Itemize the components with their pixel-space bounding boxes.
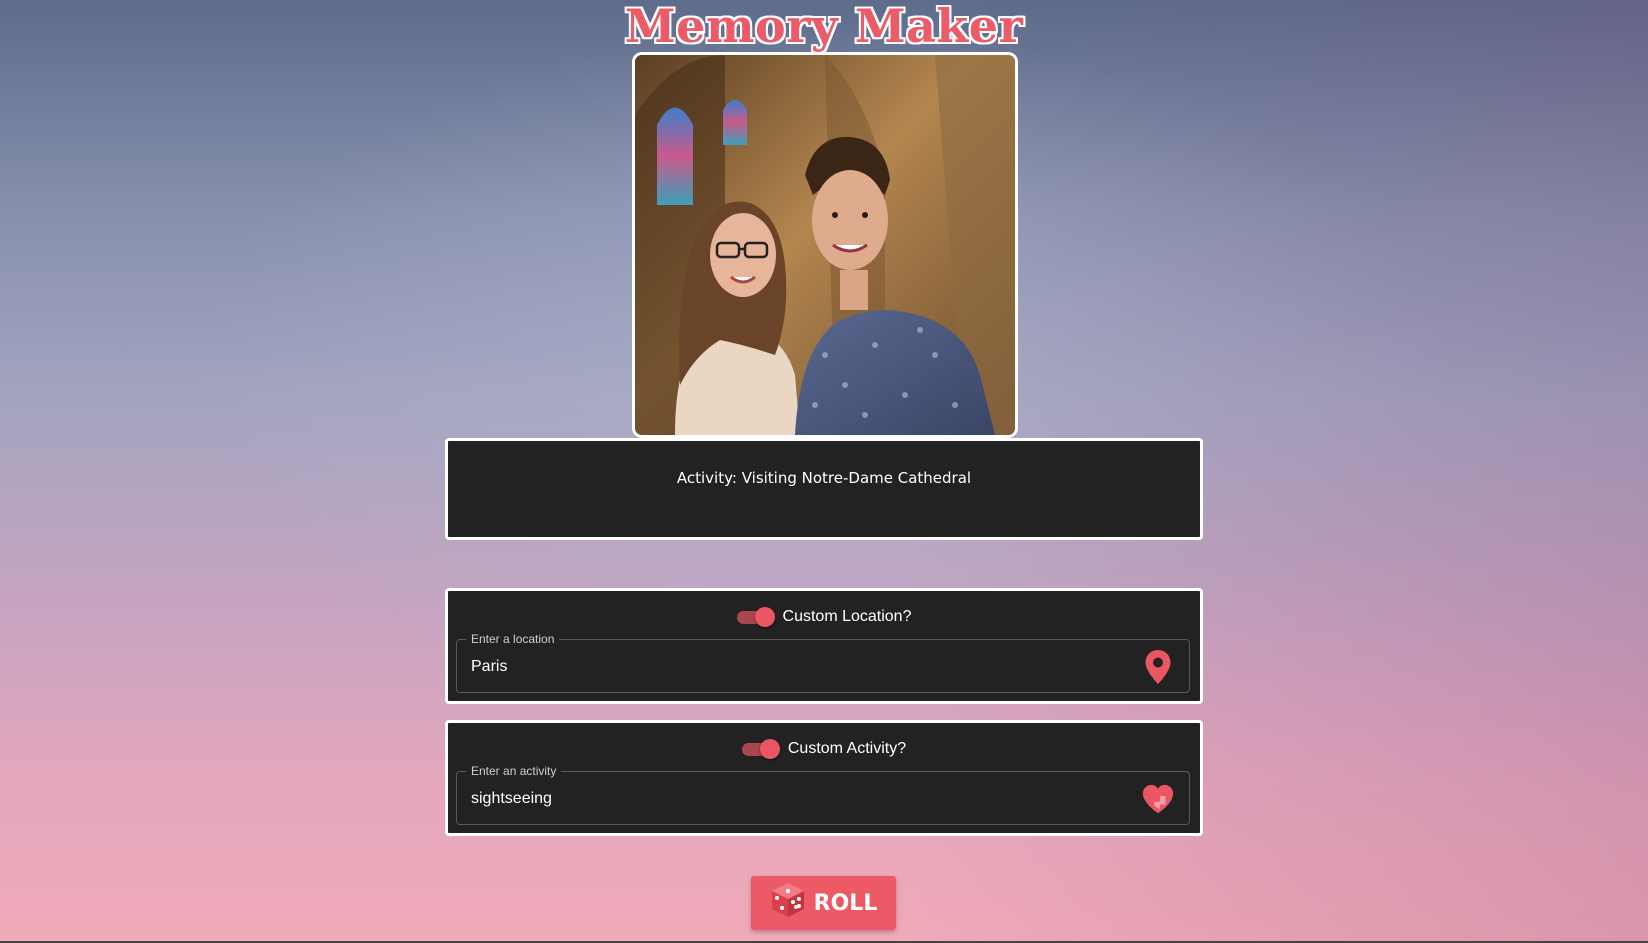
app-title: Memory Maker xyxy=(624,0,1024,53)
activity-result-text: Activity: Visiting Notre-Dame Cathedral xyxy=(676,469,972,487)
activity-field-label: Enter an activity xyxy=(466,763,562,779)
location-input[interactable] xyxy=(469,652,1113,682)
location-field: Enter a location xyxy=(456,631,1190,693)
custom-activity-toggle[interactable] xyxy=(741,739,780,759)
activity-field: Enter an activity xyxy=(456,763,1190,825)
generated-photo xyxy=(632,52,1018,438)
custom-activity-panel: Custom Activity? Enter an activity xyxy=(445,720,1203,836)
dice-icon xyxy=(770,881,806,925)
toggle-knob xyxy=(759,739,780,759)
toggle-knob xyxy=(754,607,775,627)
custom-activity-toggle-row: Custom Activity? xyxy=(448,739,1200,759)
roll-button[interactable]: ROLL xyxy=(751,876,896,930)
activity-result-panel: Activity: Visiting Notre-Dame Cathedral xyxy=(445,438,1203,540)
custom-location-toggle[interactable] xyxy=(736,607,775,627)
custom-location-panel: Custom Location? Enter a location xyxy=(445,588,1203,704)
roll-button-label: ROLL xyxy=(813,890,878,916)
location-field-label: Enter a location xyxy=(466,631,560,647)
couple-photo-illustration xyxy=(635,55,1015,435)
heart-icon xyxy=(1141,781,1175,817)
custom-activity-label: Custom Activity? xyxy=(787,740,907,757)
custom-location-label: Custom Location? xyxy=(782,608,912,625)
activity-input[interactable] xyxy=(469,784,1113,814)
custom-location-toggle-row: Custom Location? xyxy=(448,607,1200,627)
location-pin-icon xyxy=(1141,649,1175,685)
